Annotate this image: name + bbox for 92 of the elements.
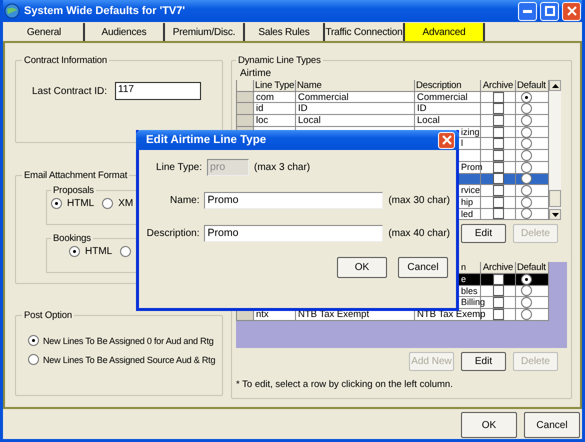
radio-button[interactable] xyxy=(120,246,132,257)
field-hint: (max 3 char) xyxy=(254,162,310,173)
table-row[interactable]: loc Local Local xyxy=(236,115,549,127)
radio-button[interactable] xyxy=(69,246,80,257)
checkbox[interactable] xyxy=(492,162,504,173)
radio-button[interactable] xyxy=(102,198,114,209)
tab[interactable]: Traffic Connection xyxy=(325,23,405,41)
dialog-button[interactable]: OK xyxy=(461,412,517,438)
scroll-down-icon[interactable] xyxy=(549,209,561,220)
close-icon xyxy=(566,6,576,16)
minimize-icon xyxy=(523,10,532,12)
checkbox[interactable] xyxy=(492,308,504,320)
group-title: Dynamic Line Types xyxy=(237,55,322,66)
radio-button[interactable] xyxy=(521,126,532,138)
field-label: Name: xyxy=(169,195,200,206)
input-field[interactable]: Promo xyxy=(204,225,384,242)
checkbox[interactable] xyxy=(492,208,504,220)
radio-button[interactable] xyxy=(521,173,532,184)
column-header: Archive xyxy=(481,80,516,92)
table-row[interactable]: id ID ID xyxy=(236,103,549,116)
window-title: System Wide Defaults for 'TV7' xyxy=(24,5,186,17)
radio-button[interactable] xyxy=(28,354,39,365)
radio-button[interactable] xyxy=(521,196,532,208)
field-label: Line Type: xyxy=(155,162,202,173)
radio-label: New Lines To Be Assigned Source Aud & Rtg xyxy=(43,354,216,364)
table-title: Airtime xyxy=(240,68,272,79)
radio-button[interactable] xyxy=(521,208,532,220)
group-title: Bookings xyxy=(52,233,92,244)
input-field[interactable]: Promo xyxy=(204,192,384,209)
group-title: Contract Information xyxy=(23,55,108,66)
field-label: Description: xyxy=(146,228,200,239)
column-header: Line Type xyxy=(254,80,296,92)
field-hint: (max 40 char) xyxy=(388,228,450,239)
scroll-thumb[interactable] xyxy=(549,190,561,208)
checkbox[interactable] xyxy=(492,173,504,184)
checkbox[interactable] xyxy=(492,196,504,208)
column-header: Default xyxy=(516,80,549,92)
checkbox[interactable] xyxy=(492,126,504,138)
checkbox[interactable] xyxy=(492,150,504,161)
group-title: Proposals xyxy=(52,185,95,196)
input-field[interactable]: 117 xyxy=(115,82,202,100)
scroll-up-icon[interactable] xyxy=(549,80,561,91)
scrollbar[interactable] xyxy=(549,80,561,220)
radio-button[interactable] xyxy=(521,297,532,308)
checkbox[interactable] xyxy=(492,138,504,150)
group-title: Post Option xyxy=(23,310,73,321)
help-note: * To edit, select a row by clicking on the left column. xyxy=(236,379,454,390)
column-header: Default xyxy=(516,262,549,274)
dialog-button[interactable]: Cancel xyxy=(398,257,448,278)
checkbox[interactable] xyxy=(492,103,504,114)
radio-button[interactable] xyxy=(28,335,39,346)
checkbox[interactable] xyxy=(492,92,504,103)
maximize-icon xyxy=(544,6,554,16)
radio-button[interactable] xyxy=(521,274,532,285)
maximize-button[interactable] xyxy=(540,2,559,20)
checkbox[interactable] xyxy=(492,274,504,285)
radio-button[interactable] xyxy=(51,198,62,209)
row-header xyxy=(236,80,254,92)
minimize-button[interactable] xyxy=(518,2,537,20)
radio-button[interactable] xyxy=(521,103,532,114)
radio-button[interactable] xyxy=(521,308,532,320)
table-row[interactable]: com Commercial Commercial xyxy=(236,92,549,104)
grid-button[interactable]: Edit xyxy=(461,224,506,244)
close-icon xyxy=(442,135,452,145)
column-header: Description xyxy=(415,80,481,92)
column-header: Archive xyxy=(481,262,516,274)
radio-button[interactable] xyxy=(521,150,532,161)
checkbox[interactable] xyxy=(492,285,504,296)
radio-label: New Lines To Be Assigned 0 for Aud and Rtg xyxy=(43,336,214,346)
radio-button[interactable] xyxy=(521,185,532,196)
group-title: Email Attachment Format xyxy=(23,170,128,181)
radio-button[interactable] xyxy=(521,92,532,103)
radio-label: XM xyxy=(118,198,134,209)
close-button[interactable] xyxy=(562,2,581,20)
radio-label: HTML xyxy=(85,246,112,257)
column-header: Name xyxy=(296,80,415,92)
dialog-button[interactable]: Cancel xyxy=(524,412,580,438)
close-button[interactable] xyxy=(438,132,455,148)
radio-button[interactable] xyxy=(521,138,532,150)
checkbox[interactable] xyxy=(492,297,504,308)
radio-button[interactable] xyxy=(521,162,532,173)
radio-label: HTML xyxy=(67,198,94,209)
checkbox[interactable] xyxy=(492,185,504,196)
tab[interactable]: Advanced xyxy=(405,23,485,41)
dialog-title: Edit Airtime Line Type xyxy=(146,134,266,146)
radio-button[interactable] xyxy=(521,114,532,126)
checkbox[interactable] xyxy=(492,114,504,126)
radio-button[interactable] xyxy=(521,285,532,296)
globe-icon xyxy=(4,3,20,19)
field-label: Last Contract ID: xyxy=(32,86,108,96)
dialog-button[interactable]: OK xyxy=(337,257,387,278)
grid-button[interactable]: Edit xyxy=(461,352,506,372)
